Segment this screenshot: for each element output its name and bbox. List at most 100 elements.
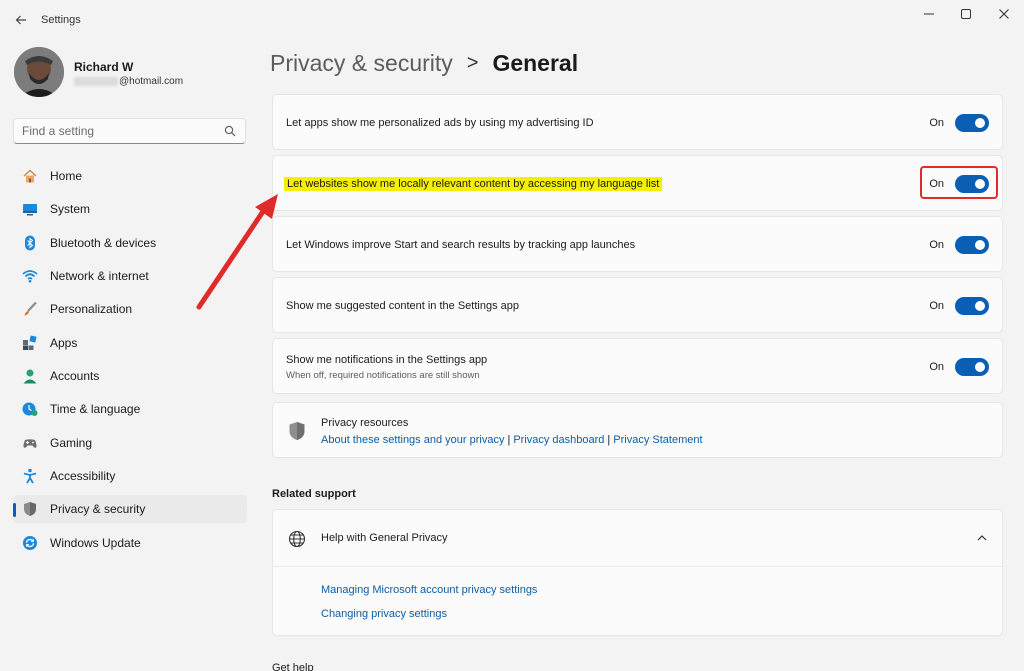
setting-card-app-launches: Let Windows improve Start and search res… xyxy=(272,216,1003,272)
sidebar-item-accessibility[interactable]: Accessibility xyxy=(13,462,247,490)
setting-label: Let apps show me personalized ads by usi… xyxy=(286,117,594,129)
wifi-icon xyxy=(22,268,38,284)
privacy-resources-links: About these settings and your privacy | Pr… xyxy=(321,434,703,446)
setting-card-suggested-content: Show me suggested content in the Setting… xyxy=(272,277,1003,333)
privacy-resources-title: Privacy resources xyxy=(321,417,409,429)
sidebar-item-system[interactable]: System xyxy=(13,195,247,223)
brush-icon xyxy=(22,301,38,317)
toggle-state-label: On xyxy=(929,300,944,312)
email-redaction xyxy=(74,77,118,86)
search-box xyxy=(13,118,246,144)
sidebar-item-bluetooth[interactable]: Bluetooth & devices xyxy=(13,229,247,257)
sidebar-item-windows-update[interactable]: Windows Update xyxy=(13,529,247,557)
sidebar-item-label: Accessibility xyxy=(50,469,116,484)
close-button[interactable] xyxy=(990,6,1018,22)
toggle-notifications[interactable] xyxy=(955,358,989,376)
toggle-knob xyxy=(975,118,985,128)
sidebar-item-label: Home xyxy=(50,169,83,183)
related-support-heading: Related support xyxy=(272,488,356,500)
link-about-settings[interactable]: About these settings and your privacy xyxy=(321,434,504,446)
setting-card-language-list: Let websites show me locally relevant co… xyxy=(272,155,1003,211)
get-help-link[interactable]: Get help xyxy=(272,662,314,671)
toggle-state-label: On xyxy=(929,117,944,129)
sidebar-item-label: Windows Update xyxy=(50,535,141,550)
setting-card-notifications: Show me notifications in the Settings ap… xyxy=(272,338,1003,394)
sidebar-item-label: Accounts xyxy=(50,369,100,384)
breadcrumb-parent[interactable]: Privacy & security xyxy=(270,50,453,77)
sidebar-item-label: System xyxy=(50,202,91,217)
sidebar-item-time-language[interactable]: Time & language xyxy=(13,395,247,423)
user-email-domain: @hotmail.com xyxy=(119,76,184,87)
avatar[interactable] xyxy=(14,47,64,97)
maximize-button[interactable] xyxy=(952,6,980,22)
back-button[interactable] xyxy=(10,9,32,31)
globe-icon xyxy=(288,530,306,548)
help-title[interactable]: Help with General Privacy xyxy=(321,532,448,544)
link-privacy-statement[interactable]: Privacy Statement xyxy=(613,434,702,446)
toggle-advertising-id[interactable] xyxy=(955,114,989,132)
help-general-privacy-card: Help with General Privacy Managing Micro… xyxy=(272,509,1003,636)
avatar-image xyxy=(14,47,64,97)
highlight-box-annotation xyxy=(920,166,998,199)
search-icon[interactable] xyxy=(224,125,236,137)
toggle-knob xyxy=(975,240,985,250)
sidebar-nav: Home System Bluetooth & devices Network … xyxy=(13,162,247,562)
setting-label: Let Windows improve Start and search res… xyxy=(286,239,636,251)
sidebar-item-label: Bluetooth & devices xyxy=(50,235,157,250)
link-divider: | xyxy=(507,434,511,446)
person-icon xyxy=(22,368,38,384)
app-title: Settings xyxy=(41,14,81,26)
sidebar-item-label: Time & language xyxy=(50,402,141,417)
sidebar-item-label: Personalization xyxy=(50,302,133,317)
link-privacy-dashboard[interactable]: Privacy dashboard xyxy=(513,434,604,446)
toggle-app-launches[interactable] xyxy=(955,236,989,254)
toggle-state-label: On xyxy=(929,239,944,251)
page-title: General xyxy=(492,49,579,76)
toggle-knob xyxy=(975,362,985,372)
sidebar-item-home[interactable]: Home xyxy=(13,162,247,190)
privacy-resources-card: Privacy resources About these settings a… xyxy=(272,402,1003,458)
toggle-knob xyxy=(975,301,985,311)
setting-card-advertising-id: Let apps show me personalized ads by usi… xyxy=(272,94,1003,150)
sidebar-item-network[interactable]: Network & internet xyxy=(13,262,247,290)
bluetooth-icon xyxy=(22,235,38,251)
title-bar: Settings xyxy=(0,0,1024,40)
link-divider: | xyxy=(607,434,611,446)
shield-icon xyxy=(289,422,305,440)
close-icon xyxy=(999,9,1009,19)
sidebar-item-accounts[interactable]: Accounts xyxy=(13,362,247,390)
sidebar-item-gaming[interactable]: Gaming xyxy=(13,429,247,457)
link-changing-privacy[interactable]: Changing privacy settings xyxy=(321,608,447,620)
user-name: Richard W xyxy=(74,60,134,74)
sidebar-item-apps[interactable]: Apps xyxy=(13,329,247,357)
shield-icon xyxy=(22,501,38,517)
update-icon xyxy=(22,535,38,551)
home-icon xyxy=(22,168,38,184)
maximize-icon xyxy=(961,9,971,19)
breadcrumb-separator: > xyxy=(466,51,479,74)
setting-label: Show me notifications in the Settings ap… xyxy=(286,354,488,366)
minimize-icon xyxy=(924,13,934,15)
chevron-up-icon[interactable] xyxy=(976,532,988,544)
minimize-button[interactable] xyxy=(915,6,943,22)
setting-label: Show me suggested content in the Setting… xyxy=(286,300,519,312)
setting-description: When off, required notifications are sti… xyxy=(286,370,480,381)
apps-icon xyxy=(22,335,38,351)
sidebar-item-personalization[interactable]: Personalization xyxy=(13,295,247,323)
sidebar-item-label: Network & internet xyxy=(50,269,149,284)
accessibility-icon xyxy=(22,468,38,484)
link-managing-account-privacy[interactable]: Managing Microsoft account privacy setti… xyxy=(321,584,537,596)
divider xyxy=(273,566,1002,567)
toggle-suggested-content[interactable] xyxy=(955,297,989,315)
clock-globe-icon xyxy=(22,401,38,417)
toggle-state-label: On xyxy=(929,361,944,373)
gamepad-icon xyxy=(22,435,38,451)
setting-label-highlighted: Let websites show me locally relevant co… xyxy=(284,177,663,191)
arrow-left-icon xyxy=(15,15,26,25)
sidebar-item-privacy-security[interactable]: Privacy & security xyxy=(13,495,247,524)
sidebar-item-label: Privacy & security xyxy=(50,502,146,517)
sidebar-item-label: Gaming xyxy=(50,435,93,450)
search-input[interactable] xyxy=(14,119,214,143)
sidebar-item-label: Apps xyxy=(50,335,78,350)
monitor-icon xyxy=(22,201,38,217)
